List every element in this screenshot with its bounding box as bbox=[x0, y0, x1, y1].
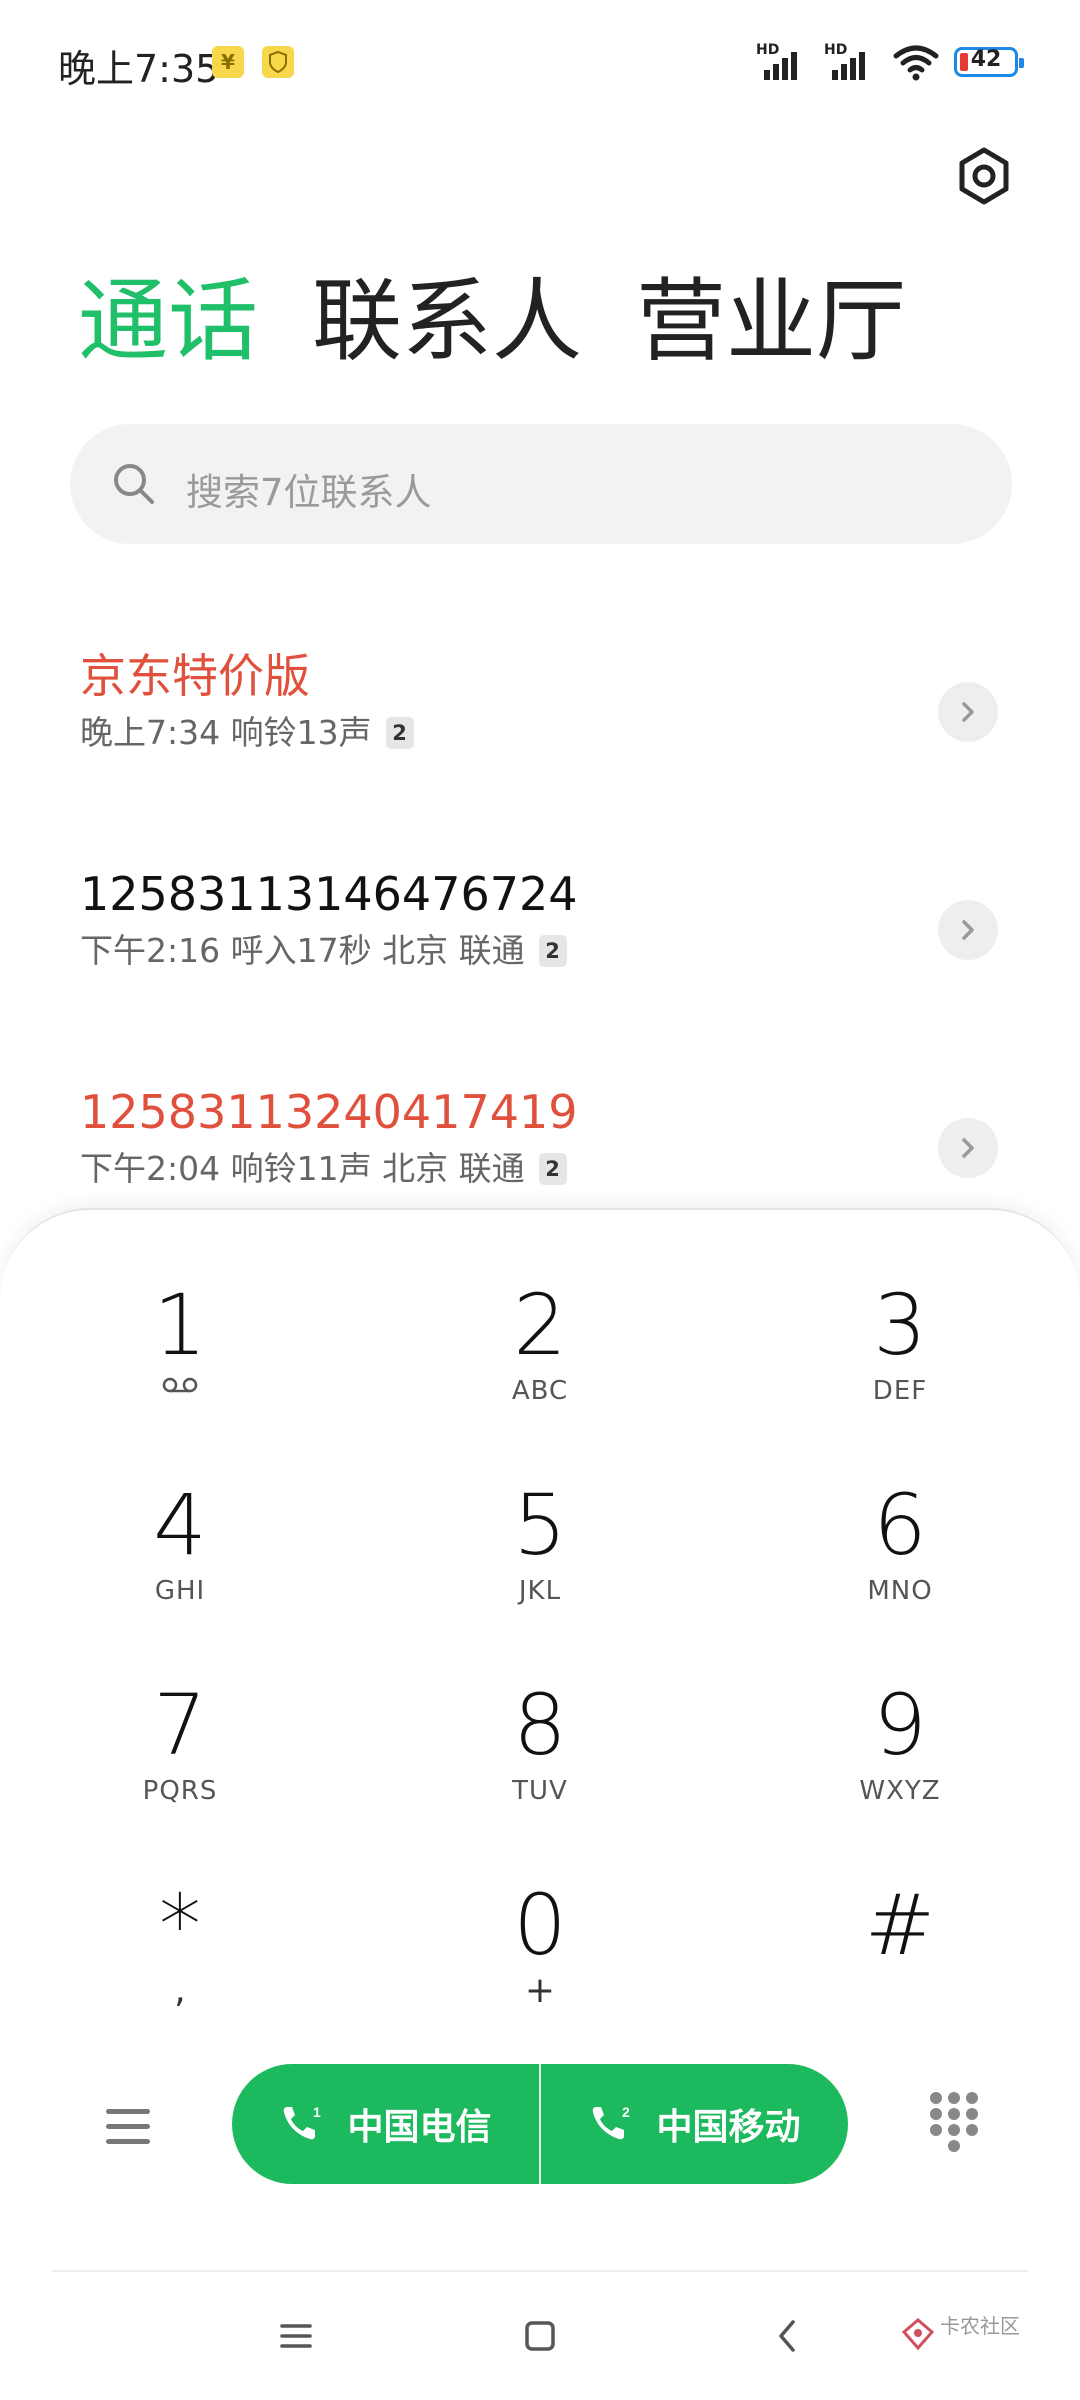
top-tabs: 通话 联系人 营业厅 bbox=[78, 262, 906, 382]
sim-badge: 2 bbox=[385, 717, 414, 749]
call-details-button[interactable] bbox=[938, 1118, 998, 1178]
dialpad: 1 2 ABC 3 DEF 4 GHI 5 JKL 6 MNO 7 PQRS 8… bbox=[0, 1208, 1080, 2400]
menu-lines-icon bbox=[280, 2324, 312, 2348]
battery-level: 42 bbox=[970, 47, 1002, 72]
voicemail-icon bbox=[162, 1377, 198, 1393]
call-sim1-label: 中国电信 bbox=[347, 2107, 492, 2148]
status-time: 晚上7:35 bbox=[58, 47, 220, 91]
nav-recents-button[interactable] bbox=[256, 2306, 336, 2366]
search-icon bbox=[114, 464, 154, 504]
key-7[interactable]: 7 PQRS bbox=[60, 1675, 300, 1855]
call-divider bbox=[539, 2064, 541, 2184]
home-square-icon bbox=[525, 2321, 555, 2351]
menu-icon bbox=[106, 2108, 150, 2144]
key-6[interactable]: 6 MNO bbox=[780, 1475, 1020, 1655]
status-icons: HD HD 42 bbox=[756, 40, 1024, 84]
keypad-toggle-button[interactable] bbox=[922, 2088, 986, 2160]
phone-sim1-icon: 1 bbox=[284, 2104, 321, 2140]
key-hash[interactable]: # bbox=[780, 1875, 1020, 2055]
wifi-icon bbox=[893, 45, 939, 81]
call-detail: 下午2:16 呼入17秒 北京 联通 bbox=[80, 931, 525, 970]
call-name: 12583113240417419 bbox=[80, 1085, 578, 1139]
sim-badge: 2 bbox=[538, 1153, 567, 1185]
key-1[interactable]: 1 bbox=[60, 1275, 300, 1455]
keypad-icon bbox=[930, 2092, 978, 2152]
call-detail: 晚上7:34 响铃13声 bbox=[80, 713, 372, 752]
key-2[interactable]: 2 ABC bbox=[420, 1275, 660, 1455]
divider bbox=[52, 2270, 1028, 2272]
watermark: 卡农社区 bbox=[900, 2306, 1030, 2366]
search-input[interactable]: 搜索7位联系人 bbox=[70, 424, 1012, 544]
key-0[interactable]: 0 + bbox=[420, 1875, 660, 2055]
signal-icon: HD bbox=[756, 42, 810, 82]
svg-text:1: 1 bbox=[313, 2104, 321, 2120]
call-name: 12583113146476724 bbox=[80, 867, 578, 921]
tab-service-hall[interactable]: 营业厅 bbox=[636, 262, 906, 382]
gear-icon bbox=[959, 147, 1009, 205]
call-detail: 下午2:04 响铃11声 北京 联通 bbox=[80, 1149, 525, 1188]
call-buttons: 1 中国电信 2 中国移动 bbox=[232, 2064, 848, 2184]
watermark-logo-icon bbox=[901, 2318, 935, 2351]
shield-notification-icon bbox=[262, 46, 294, 78]
key-9[interactable]: 9 WXYZ bbox=[780, 1675, 1020, 1855]
phone-sim2-icon: 2 bbox=[593, 2104, 630, 2140]
chevron-right-icon bbox=[962, 702, 974, 722]
call-log-item[interactable]: 12583113146476724 下午2:16 呼入17秒 北京 联通 2 bbox=[0, 862, 1080, 1042]
chevron-right-icon bbox=[962, 920, 974, 940]
payment-notification-icon: ¥ bbox=[212, 46, 244, 78]
back-chevron-icon bbox=[779, 2320, 795, 2352]
nav-back-button[interactable] bbox=[748, 2306, 828, 2366]
search-placeholder: 搜索7位联系人 bbox=[186, 471, 432, 514]
menu-button[interactable] bbox=[92, 2090, 164, 2162]
tab-contacts[interactable]: 联系人 bbox=[312, 262, 582, 382]
watermark-text: 卡农社区 bbox=[940, 2314, 1020, 2338]
tab-calls[interactable]: 通话 bbox=[78, 262, 258, 382]
call-details-button[interactable] bbox=[938, 900, 998, 960]
svg-text:2: 2 bbox=[622, 2104, 630, 2120]
key-5[interactable]: 5 JKL bbox=[420, 1475, 660, 1655]
call-log-item[interactable]: 京东特价版 晚上7:34 响铃13声 2 bbox=[0, 644, 1080, 824]
key-3[interactable]: 3 DEF bbox=[780, 1275, 1020, 1455]
settings-button[interactable] bbox=[948, 140, 1020, 212]
call-sim1-button[interactable]: 1 中国电信 bbox=[232, 2064, 539, 2184]
battery-icon: 42 bbox=[954, 47, 1024, 77]
nav-home-button[interactable] bbox=[500, 2306, 580, 2366]
call-sim2-label: 中国移动 bbox=[656, 2107, 801, 2148]
signal-icon: HD bbox=[824, 42, 878, 82]
call-name: 京东特价版 bbox=[80, 649, 310, 703]
status-bar: 晚上7:35 ¥ HD HD 42 bbox=[0, 0, 1080, 124]
call-sim2-button[interactable]: 2 中国移动 bbox=[541, 2064, 848, 2184]
key-4[interactable]: 4 GHI bbox=[60, 1475, 300, 1655]
sim-badge: 2 bbox=[538, 935, 567, 967]
call-details-button[interactable] bbox=[938, 682, 998, 742]
key-8[interactable]: 8 TUV bbox=[420, 1675, 660, 1855]
key-star[interactable]: * , bbox=[60, 1875, 300, 2055]
chevron-right-icon bbox=[962, 1138, 974, 1158]
